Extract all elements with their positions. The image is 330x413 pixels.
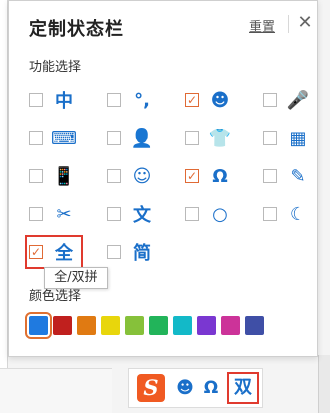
option-translate[interactable]: 文	[107, 199, 185, 229]
checkbox-toolbox[interactable]	[263, 131, 277, 145]
option-voice[interactable]: 🎤	[263, 85, 330, 115]
checkbox-special-symbols[interactable]: ✓	[185, 169, 199, 183]
double-pinyin-indicator[interactable]: 双	[227, 372, 259, 404]
reset-link[interactable]: 重置	[249, 16, 275, 35]
option-special-symbols[interactable]: ✓ Ω	[185, 161, 263, 191]
background-window-area	[0, 368, 112, 413]
function-section-label: 功能选择	[29, 60, 82, 75]
panel-title: 定制状态栏	[29, 19, 124, 40]
background-window-edge	[0, 0, 8, 413]
option-chinese-mode[interactable]: 中	[29, 85, 107, 115]
option-search[interactable]: ○	[185, 199, 263, 229]
search-icon: ○	[212, 203, 228, 225]
color-swatch-3[interactable]	[101, 316, 120, 335]
soft-keyboard-icon: ⌨	[51, 127, 77, 149]
voice-icon: 🎤	[286, 89, 310, 111]
chinese-mode-icon: 中	[55, 91, 73, 112]
checkbox-punctuation[interactable]	[107, 93, 121, 107]
night-mode-icon: ☾	[289, 203, 307, 225]
skin-icon: 👕	[208, 127, 232, 149]
user-icon: 👤	[130, 127, 154, 149]
screenshot-icon: ✂	[56, 203, 72, 225]
option-devices[interactable]: 📱	[29, 161, 107, 191]
translate-icon: 文	[133, 205, 151, 226]
option-simplified[interactable]: 简	[107, 237, 185, 267]
punctuation-icon: °,	[134, 89, 150, 111]
option-expression[interactable]: ☺	[107, 161, 185, 191]
expression-icon: ☺	[132, 165, 152, 187]
toolbox-icon: ▦	[289, 127, 307, 149]
color-swatches	[25, 312, 264, 339]
customize-statusbar-panel: 定制状态栏 重置 ✕ 功能选择 中 °, ✓ ☻ 🎤 ⌨ 👤 👕 ▦ 📱 ☺ ✓ Ω ✎ ✂ 文 ○ ☾ ✓ 全简 颜…	[8, 0, 318, 357]
special-symbols-icon: Ω	[212, 165, 228, 187]
color-swatch-7[interactable]	[197, 316, 216, 335]
checkbox-expression[interactable]	[107, 169, 121, 183]
devices-icon: 📱	[52, 165, 76, 187]
color-swatch-5[interactable]	[149, 316, 168, 335]
tooltip: 全/双拼	[44, 267, 108, 289]
color-swatch-9[interactable]	[245, 316, 264, 335]
background-scroll-strip	[318, 355, 330, 413]
simplified-icon: 简	[133, 243, 151, 264]
color-swatch-8[interactable]	[221, 316, 240, 335]
checkbox-chinese-mode[interactable]	[29, 93, 43, 107]
emoji-icon: ☻	[210, 89, 230, 111]
checkbox-simplified[interactable]	[107, 245, 121, 259]
color-swatch-1[interactable]	[53, 316, 72, 335]
checkbox-night-mode[interactable]	[263, 207, 277, 221]
color-swatch-2[interactable]	[77, 316, 96, 335]
checkbox-screenshot[interactable]	[29, 207, 43, 221]
option-night-mode[interactable]: ☾	[263, 199, 330, 229]
close-icon[interactable]: ✕	[295, 11, 315, 35]
function-grid: 中 °, ✓ ☻ 🎤 ⌨ 👤 👕 ▦ 📱 ☺ ✓ Ω ✎ ✂ 文 ○ ☾ ✓ 全简	[25, 85, 317, 275]
color-swatch-6[interactable]	[173, 316, 192, 335]
checkbox-translate[interactable]	[107, 207, 121, 221]
checkbox-search[interactable]	[185, 207, 199, 221]
checkbox-emoji[interactable]: ✓	[185, 93, 199, 107]
option-full-double-pinyin[interactable]: ✓ 全	[25, 235, 83, 269]
color-swatch-0[interactable]	[25, 312, 52, 339]
sogou-logo-icon[interactable]: S	[137, 374, 165, 402]
header-divider	[288, 15, 289, 33]
checkbox-skin[interactable]	[185, 131, 199, 145]
checkbox-full-double-pinyin[interactable]: ✓	[29, 245, 43, 259]
checkbox-user[interactable]	[107, 131, 121, 145]
checkbox-handwriting[interactable]	[263, 169, 277, 183]
option-handwriting[interactable]: ✎	[263, 161, 330, 191]
checkbox-soft-keyboard[interactable]	[29, 131, 43, 145]
omega-symbol-icon[interactable]: Ω	[201, 378, 221, 398]
handwriting-icon: ✎	[290, 165, 306, 187]
emoji-icon[interactable]: ☻	[175, 378, 195, 398]
option-screenshot[interactable]: ✂	[29, 199, 107, 229]
option-skin[interactable]: 👕	[185, 123, 263, 153]
color-swatch-4[interactable]	[125, 316, 144, 335]
option-emoji[interactable]: ✓ ☻	[185, 85, 263, 115]
ime-status-bar: S ☻ Ω 双	[128, 368, 263, 408]
full-double-pinyin-icon: 全	[55, 243, 73, 264]
checkbox-devices[interactable]	[29, 169, 43, 183]
checkbox-voice[interactable]	[263, 93, 277, 107]
option-punctuation[interactable]: °,	[107, 85, 185, 115]
option-toolbox[interactable]: ▦	[263, 123, 330, 153]
option-soft-keyboard[interactable]: ⌨	[29, 123, 107, 153]
option-user[interactable]: 👤	[107, 123, 185, 153]
